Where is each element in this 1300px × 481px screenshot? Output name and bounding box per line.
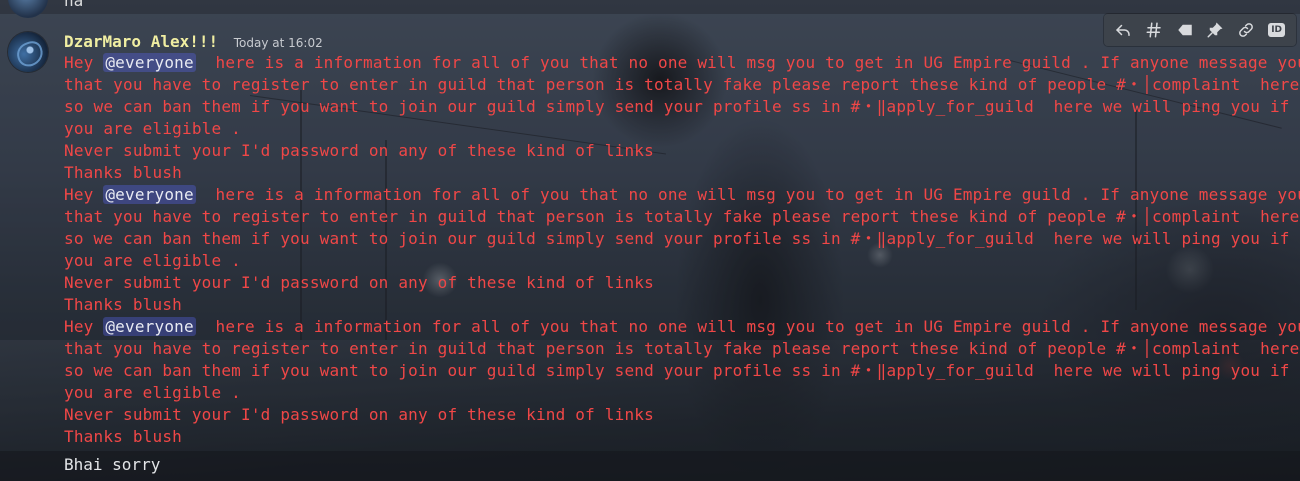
message-line: so we can ban them if you want to join o… — [64, 360, 1290, 382]
id-icon: ID — [1268, 23, 1286, 37]
username[interactable]: DzarMaro Alex!!! — [64, 32, 218, 51]
message-text: so we can ban them if you want to join o… — [64, 97, 1290, 116]
avatar[interactable] — [8, 32, 48, 72]
pin-button[interactable] — [1202, 17, 1228, 43]
message-line: Hey @everyone here is a information for … — [64, 316, 1300, 338]
message-text: Thanks blush — [64, 427, 182, 446]
message-line: so we can ban them if you want to join o… — [64, 228, 1290, 250]
mention[interactable]: @everyone — [103, 317, 196, 336]
previous-message: ha — [0, 0, 1300, 18]
previous-message-text: ha — [64, 0, 84, 10]
copy-link-button[interactable] — [1233, 17, 1259, 43]
message-line: you are eligible . — [64, 250, 1290, 272]
thread-icon — [1146, 22, 1161, 38]
message-text: here is a information for all of you tha… — [195, 185, 1300, 204]
message-text: so we can ban them if you want to join o… — [64, 229, 1290, 248]
tag-icon — [1177, 24, 1192, 36]
message-line: that you have to register to enter in gu… — [64, 74, 1299, 96]
reply-button[interactable] — [1110, 17, 1136, 43]
link-icon — [1239, 23, 1253, 37]
message-text: Thanks blush — [64, 295, 182, 314]
message-line: Never submit your I'd password on any of… — [64, 140, 1290, 162]
message-text: Hey — [64, 317, 104, 336]
create-thread-button[interactable] — [1141, 17, 1167, 43]
message-line: you are eligible . — [64, 118, 1290, 140]
message-text: you are eligible . — [64, 383, 241, 402]
message-text: Never submit your I'd password on any of… — [64, 141, 654, 160]
message-line: that you have to register to enter in gu… — [64, 338, 1299, 360]
message-text: you are eligible . — [64, 119, 241, 138]
message-line: Hey @everyone here is a information for … — [64, 184, 1300, 206]
message-text: that you have to register to enter in gu… — [64, 75, 1300, 94]
copy-id-button[interactable]: ID — [1264, 17, 1290, 43]
message-line: Never submit your I'd password on any of… — [64, 272, 1290, 294]
pin-icon — [1207, 22, 1223, 38]
message-text: Never submit your I'd password on any of… — [64, 405, 654, 424]
chat-message: Bhai sorry — [0, 451, 1300, 481]
message-text: here is a information for all of you tha… — [195, 317, 1300, 336]
message-line: Thanks blush — [64, 162, 1290, 184]
message-text: that you have to register to enter in gu… — [64, 339, 1300, 358]
message-actions-toolbar: ID — [1104, 14, 1296, 46]
apps-button[interactable] — [1172, 17, 1198, 43]
message-text: you are eligible . — [64, 251, 241, 270]
message-text: Hey — [64, 185, 104, 204]
mention[interactable]: @everyone — [103, 185, 196, 204]
timestamp: Today at 16:02 — [233, 36, 323, 50]
message-text: here is a information for all of you tha… — [195, 53, 1300, 72]
reply-icon — [1116, 24, 1131, 36]
mention[interactable]: @everyone — [103, 53, 196, 72]
message-line: so we can ban them if you want to join o… — [64, 96, 1290, 118]
message-text: so we can ban them if you want to join o… — [64, 361, 1290, 380]
message-header: DzarMaro Alex!!! Today at 16:02 — [64, 32, 323, 52]
message-text: Thanks blush — [64, 163, 182, 182]
message-text: Hey — [64, 53, 104, 72]
message-line: Never submit your I'd password on any of… — [64, 404, 1290, 426]
message-line: you are eligible . — [64, 382, 1290, 404]
message-text: that you have to register to enter in gu… — [64, 207, 1300, 226]
message-line: Thanks blush — [64, 426, 1290, 448]
message-text: Never submit your I'd password on any of… — [64, 273, 654, 292]
message-line: Thanks blush — [64, 294, 1290, 316]
message-text: Bhai sorry — [64, 455, 161, 474]
message-line: that you have to register to enter in gu… — [64, 206, 1299, 228]
message-line: Hey @everyone here is a information for … — [64, 52, 1300, 74]
message-content: Hey @everyone here is a information for … — [64, 52, 1300, 448]
